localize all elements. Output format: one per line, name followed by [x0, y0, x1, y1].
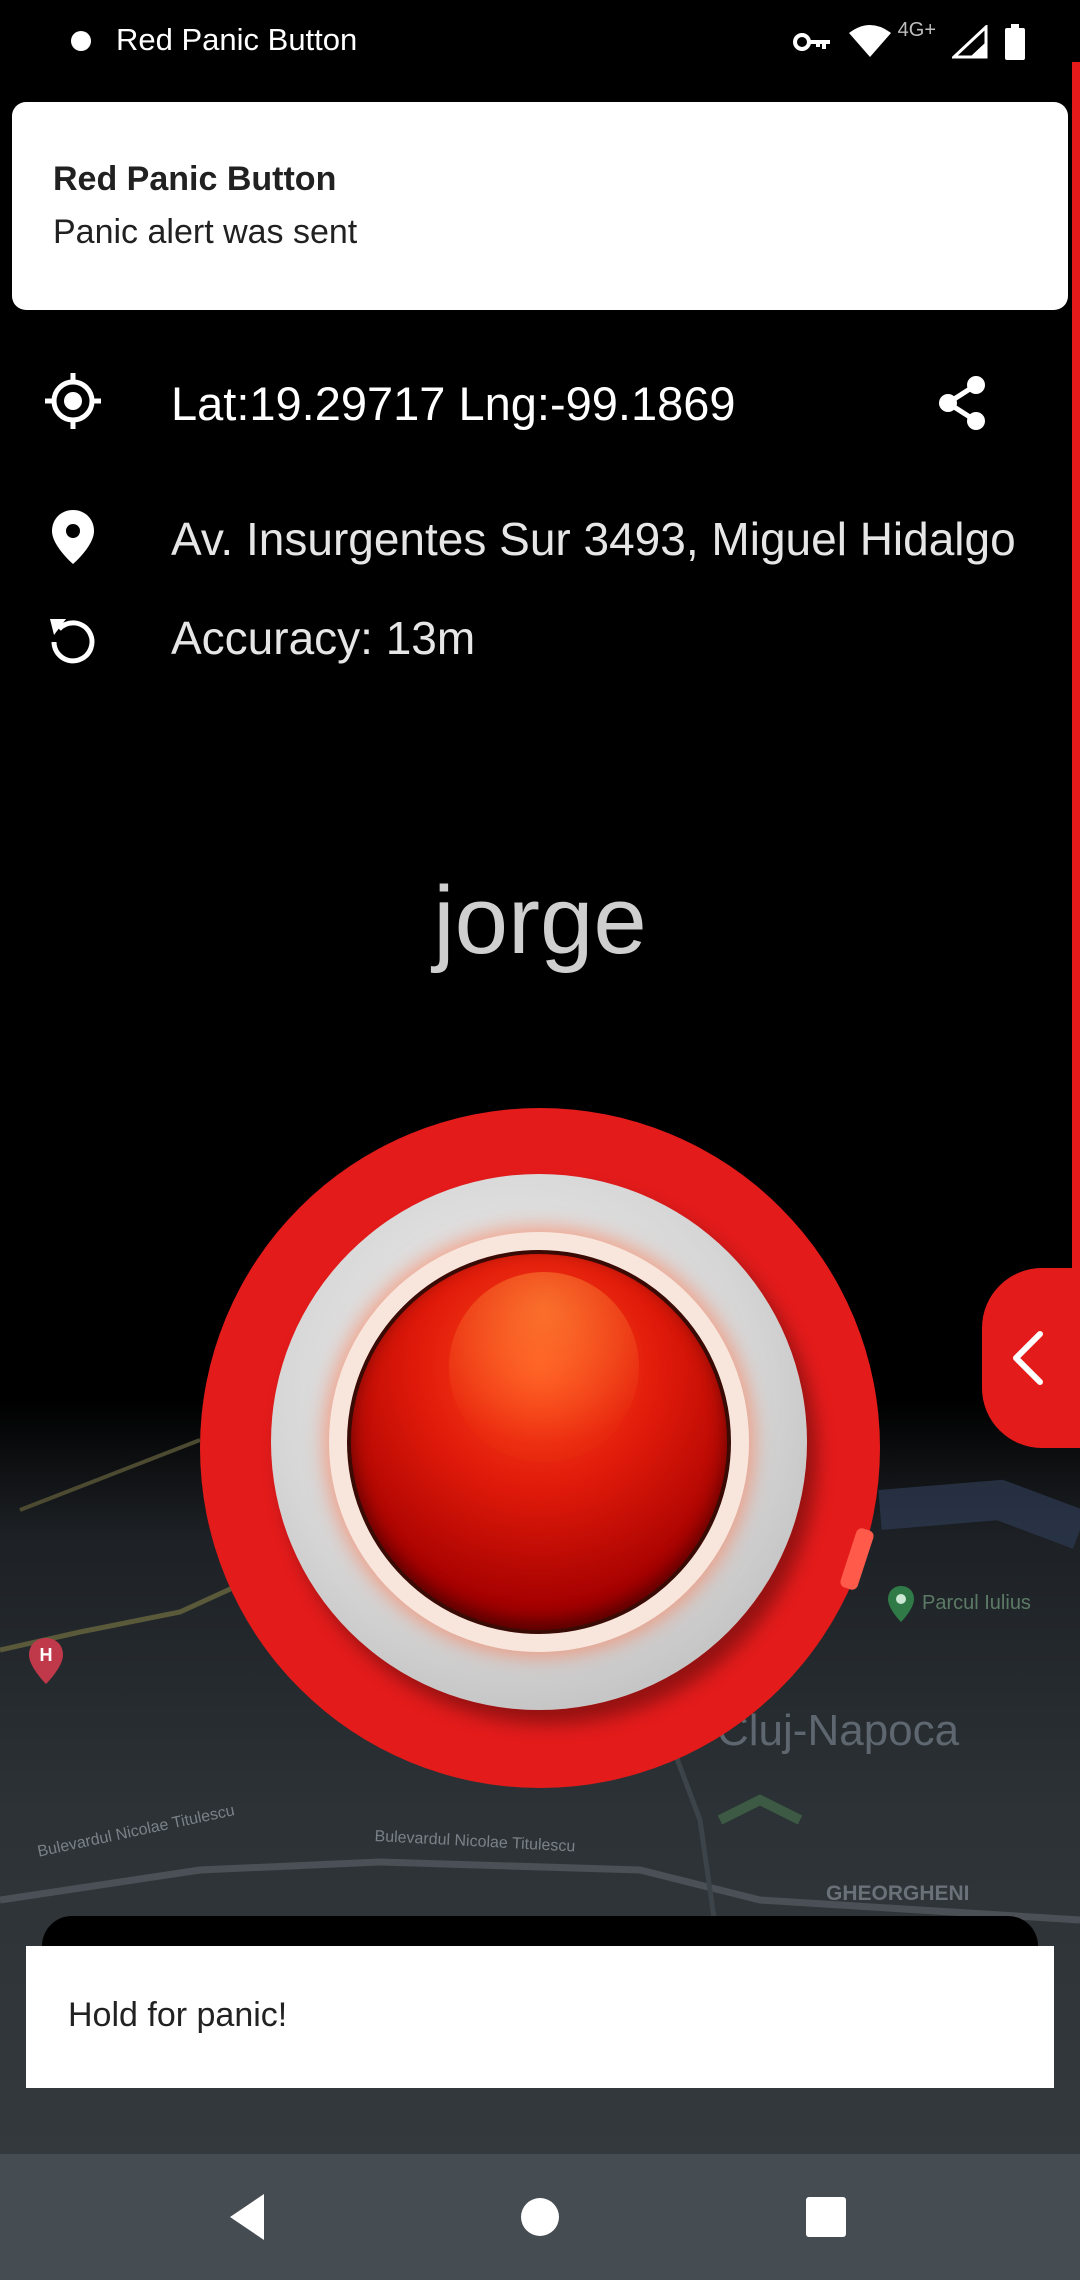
toast-text: Hold for panic!: [68, 1996, 288, 2034]
refresh-icon: [50, 619, 95, 664]
signal-icon: [952, 25, 988, 59]
notification-text: Panic alert was sent: [53, 213, 358, 251]
chevron-left-icon: [1013, 1331, 1043, 1385]
map-city-label: Cluj-Napoca: [717, 1706, 960, 1755]
coordinates-row: Lat:19.29717 Lng:-99.1869: [0, 368, 1080, 438]
panic-button-glow-ring: [329, 1232, 749, 1652]
address-row: Av. Insurgentes Sur 3493, Miguel Hidalgo: [0, 502, 1080, 572]
location-pin-icon: [52, 510, 94, 564]
address-text: Av. Insurgentes Sur 3493, Miguel Hidalgo: [171, 513, 1016, 565]
user-name: jorge: [433, 867, 647, 974]
status-icons: 4G+: [776, 18, 1026, 66]
back-icon[interactable]: [216, 2184, 282, 2250]
panic-button-highlight: [449, 1272, 639, 1462]
panic-button-bezel: [271, 1174, 807, 1710]
vpn-key-icon: [792, 33, 830, 51]
status-bar: Red Panic Button 4G+: [0, 0, 1080, 84]
accuracy-row: Accuracy: 13m: [0, 605, 1080, 675]
navigation-bar: [0, 2154, 1080, 2280]
map-park-label: Parcul Iulius: [922, 1592, 1031, 1614]
panic-button-dome: [347, 1250, 731, 1634]
coordinates-text: Lat:19.29717 Lng:-99.1869: [171, 377, 736, 430]
hospital-pin-icon: H: [29, 1638, 63, 1684]
panic-button[interactable]: [200, 1108, 880, 1788]
notification-title: Red Panic Button: [53, 160, 337, 198]
network-type-label: 4G+: [897, 18, 936, 41]
status-app-name: Red Panic Button: [116, 22, 358, 57]
battery-icon: [1005, 24, 1025, 60]
notification-card[interactable]: Red Panic Button Panic alert was sent: [12, 102, 1068, 310]
map-district-label: GHEORGHENI: [826, 1882, 970, 1905]
toast: Hold for panic!: [26, 1946, 1054, 2088]
notification-dot-icon: [71, 31, 91, 51]
share-icon[interactable]: [930, 371, 994, 435]
accuracy-text: Accuracy: 13m: [171, 612, 476, 664]
svg-text:H: H: [40, 1645, 53, 1665]
wifi-icon: [848, 25, 891, 57]
crosshair-icon: [45, 373, 101, 429]
home-icon[interactable]: [507, 2184, 573, 2250]
park-pin-icon: [888, 1586, 914, 1622]
drawer-toggle-button[interactable]: [982, 1268, 1080, 1448]
recents-icon[interactable]: [793, 2184, 859, 2250]
